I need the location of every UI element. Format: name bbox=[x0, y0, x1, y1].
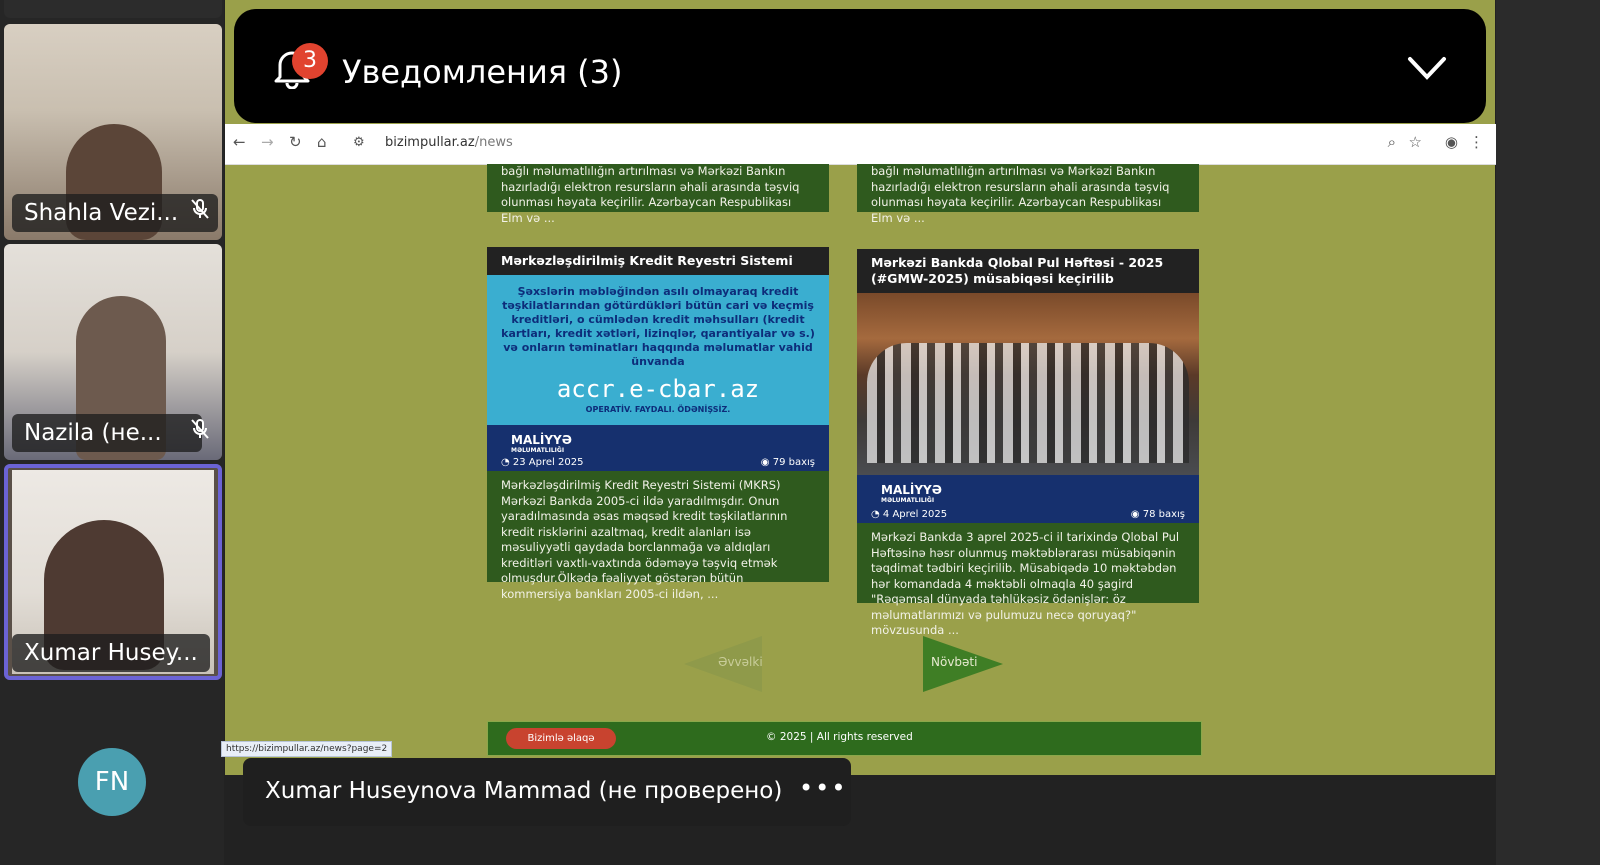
avatar[interactable]: FN bbox=[78, 748, 146, 816]
news-card-partial: bağlı məlumatlılığın artırılması və Mərk… bbox=[487, 164, 829, 225]
back-icon[interactable]: ← bbox=[233, 133, 246, 151]
news-card-title[interactable]: Mərkəzləşdirilmiş Kredit Reyestri Sistem… bbox=[487, 247, 829, 275]
participant-tile-partial bbox=[4, 0, 222, 18]
mic-muted-icon bbox=[186, 198, 214, 226]
address-bar[interactable]: bizimpullar.az/news bbox=[385, 135, 513, 150]
link-status-url: https://bizimpullar.az/news?page=2 bbox=[221, 741, 393, 757]
news-card[interactable]: Mərkəzləşdirilmiş Kredit Reyestri Sistem… bbox=[487, 247, 829, 601]
news-card-image: Şəxslərin məbləğindən asılı olmayaraq kr… bbox=[487, 275, 829, 425]
participant-tile-xumar[interactable]: Xumar Husey... bbox=[4, 464, 222, 680]
news-card-meta: MALİYYƏ MƏLUMATLILIĞI ◔ 4 Aprel 2025 ◉ 78… bbox=[857, 475, 1199, 523]
news-card-views: ◉ 78 baxış bbox=[1130, 509, 1185, 520]
news-card-photo bbox=[857, 293, 1199, 475]
more-options-icon[interactable]: ••• bbox=[799, 774, 847, 802]
pagination-prev-button[interactable]: Əvvəlki bbox=[684, 636, 768, 696]
zoom-icon[interactable]: ⌕ bbox=[1388, 133, 1396, 151]
bookmark-star-icon[interactable]: ☆ bbox=[1409, 133, 1422, 151]
notification-count-badge: 3 bbox=[292, 43, 328, 79]
news-card-excerpt: bağlı məlumatlılığın artırılması və Mərk… bbox=[871, 164, 1170, 225]
presenter-label-bar: Xumar Huseynova Mammad (не проверено) ••… bbox=[243, 758, 851, 826]
menu-icon[interactable]: ⋮ bbox=[1469, 133, 1484, 151]
site-footer: Bizimlə əlaqə © 2025 | All rights reserv… bbox=[487, 721, 1202, 756]
participant-tile-shahla[interactable]: Shahla Vezi... bbox=[4, 24, 222, 240]
notifications-title: Уведомления (3) bbox=[342, 53, 623, 91]
reload-icon[interactable]: ↻ bbox=[289, 133, 302, 151]
news-card-views: ◉ 79 baxış bbox=[760, 457, 815, 468]
participant-name: Xumar Husey... bbox=[12, 634, 210, 672]
notifications-banner[interactable]: 3 Уведомления (3) bbox=[234, 9, 1486, 123]
pagination-next-button[interactable]: Növbəti bbox=[921, 636, 1005, 696]
maliyye-logo: MALİYYƏ MƏLUMATLILIĞI bbox=[511, 433, 572, 454]
participant-name: Nazila (не... bbox=[12, 414, 202, 452]
maliyye-logo: MALİYYƏ MƏLUMATLILIĞI bbox=[881, 483, 942, 504]
news-card-meta: MALİYYƏ MƏLUMATLILIĞI ◔ 23 Aprel 2025 ◉ 7… bbox=[487, 425, 829, 471]
home-icon[interactable]: ⌂ bbox=[317, 133, 327, 151]
news-card-excerpt: bağlı məlumatlılığın artırılması və Mərk… bbox=[501, 164, 800, 225]
presenter-name: Xumar Huseynova Mammad (не проверено) bbox=[265, 778, 783, 804]
forward-icon[interactable]: → bbox=[261, 133, 274, 151]
news-card-partial: bağlı məlumatlılığın artırılması və Mərk… bbox=[857, 164, 1199, 225]
copyright: © 2025 | All rights reserved bbox=[766, 731, 913, 743]
browser-toolbar: ← → ↻ ⌂ ⚙ bizimpullar.az/news ⌕ ☆ ◉ ⋮ bbox=[225, 124, 1496, 165]
chevron-down-icon[interactable] bbox=[1406, 53, 1448, 83]
news-card-excerpt: Mərkəzləşdirilmiş Kredit Reyestri Sistem… bbox=[501, 478, 788, 601]
news-card-title[interactable]: Mərkəzi Bankda Qlobal Pul Həftəsi - 2025… bbox=[857, 249, 1199, 293]
news-card-date: ◔ 4 Aprel 2025 bbox=[871, 509, 948, 520]
news-card[interactable]: Mərkəzi Bankda Qlobal Pul Həftəsi - 2025… bbox=[857, 249, 1199, 637]
news-card-date: ◔ 23 Aprel 2025 bbox=[501, 457, 584, 468]
news-card-excerpt: Mərkəzi Bankda 3 aprel 2025-ci il tarixi… bbox=[871, 530, 1180, 637]
mic-muted-icon bbox=[186, 418, 214, 446]
profile-icon[interactable]: ◉ bbox=[1445, 133, 1458, 151]
right-panel bbox=[1496, 0, 1600, 865]
site-info-icon[interactable]: ⚙ bbox=[353, 135, 365, 150]
participant-tile-nazila[interactable]: Nazila (не... bbox=[4, 244, 222, 460]
participants-sidebar: Shahla Vezi... Nazila (не... Xumar Husey… bbox=[0, 0, 224, 865]
contact-button[interactable]: Bizimlə əlaqə bbox=[506, 728, 616, 749]
